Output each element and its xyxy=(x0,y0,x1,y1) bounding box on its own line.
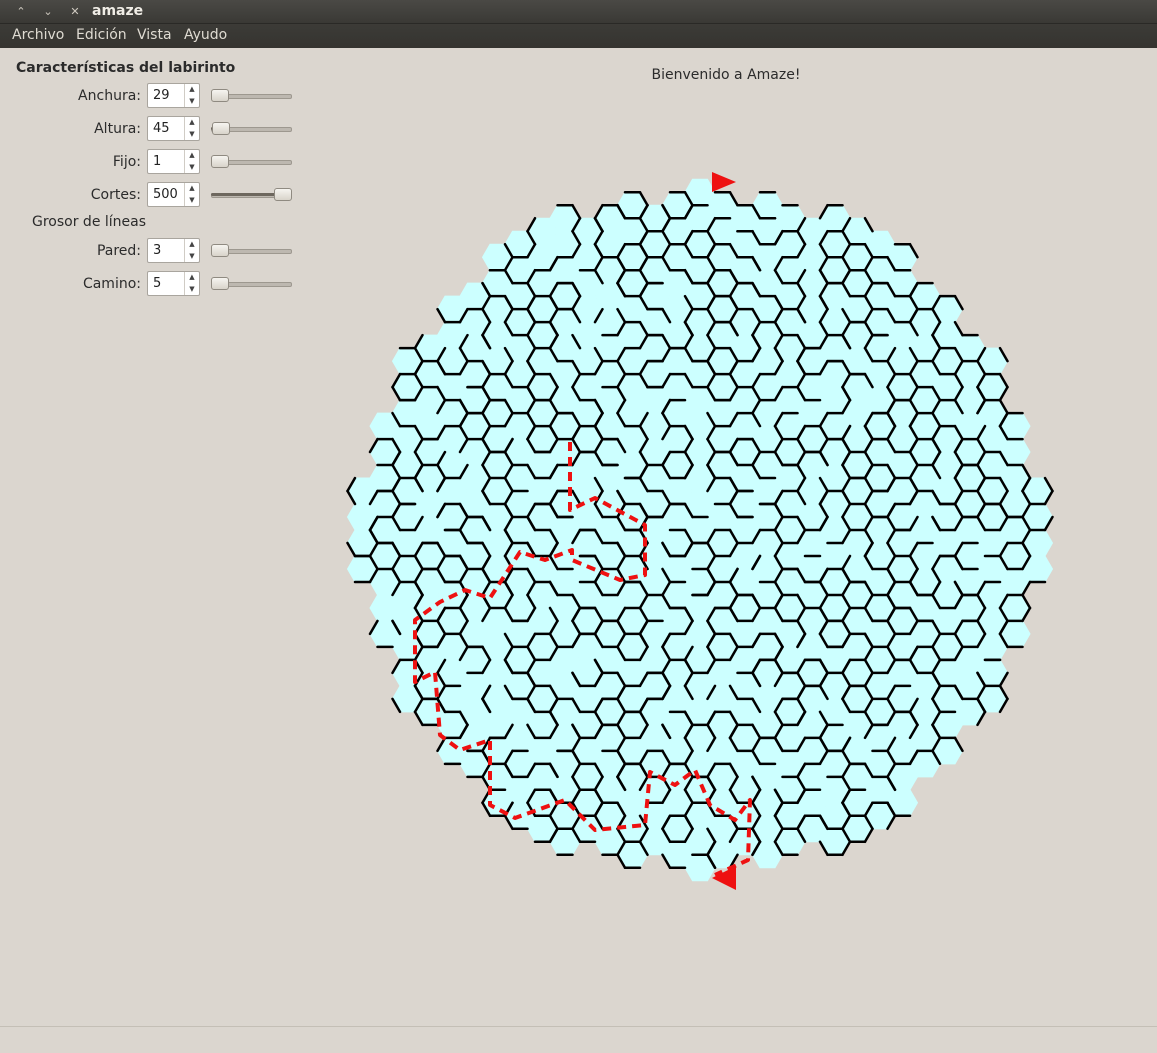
camino-slider[interactable] xyxy=(211,275,292,293)
menu-edicion[interactable]: Edición xyxy=(76,27,127,43)
pared-slider[interactable] xyxy=(211,242,292,260)
altura-input[interactable] xyxy=(148,117,184,140)
chevron-down-icon[interactable]: ▼ xyxy=(185,96,199,107)
camino-spinbutton[interactable]: ▲▼ xyxy=(147,271,200,296)
close-icon[interactable]: ✕ xyxy=(66,4,84,20)
chevron-down-icon[interactable]: ▼ xyxy=(185,162,199,173)
window-titlebar: ⌃ ⌄ ✕ amaze xyxy=(0,0,1157,24)
slider-handle[interactable] xyxy=(211,155,229,168)
pared-input[interactable] xyxy=(148,239,184,262)
chevron-down-icon[interactable]: ▼ xyxy=(185,251,199,262)
chevron-up-icon[interactable]: ⌃ xyxy=(12,4,30,20)
chevron-down-icon[interactable]: ⌄ xyxy=(39,4,57,20)
menu-archivo[interactable]: Archivo xyxy=(12,27,64,43)
fijo-spinbutton[interactable]: ▲▼ xyxy=(147,149,200,174)
play-arrow-icon xyxy=(712,172,736,192)
altura-slider[interactable] xyxy=(211,120,292,138)
pared-label: Pared: xyxy=(96,243,141,259)
chevron-up-icon[interactable]: ▲ xyxy=(185,117,199,128)
anchura-input[interactable] xyxy=(148,84,184,107)
chevron-up-icon[interactable]: ▲ xyxy=(185,183,199,194)
anchura-spinbutton[interactable]: ▲▼ xyxy=(147,83,200,108)
grosor-section-label: Grosor de líneas xyxy=(32,214,147,230)
play-arrow-icon xyxy=(712,866,736,890)
cortes-spinbutton[interactable]: ▲▼ xyxy=(147,182,200,207)
chevron-up-icon[interactable]: ▲ xyxy=(185,239,199,250)
statusbar xyxy=(0,1026,1157,1053)
chevron-down-icon[interactable]: ▼ xyxy=(185,284,199,295)
cortes-label: Cortes: xyxy=(90,187,141,203)
camino-input[interactable] xyxy=(148,272,184,295)
menu-vista[interactable]: Vista xyxy=(137,27,172,43)
slider-handle[interactable] xyxy=(211,89,229,102)
slider-handle[interactable] xyxy=(274,188,292,201)
menubar: Archivo Edición Vista Ayudo xyxy=(0,24,1157,48)
slider-handle[interactable] xyxy=(211,277,229,290)
altura-label: Altura: xyxy=(94,121,141,137)
cortes-slider[interactable] xyxy=(211,186,292,204)
slider-handle[interactable] xyxy=(211,244,229,257)
fijo-slider[interactable] xyxy=(211,153,292,171)
fijo-input[interactable] xyxy=(148,150,184,173)
anchura-label: Anchura: xyxy=(78,88,141,104)
pared-spinbutton[interactable]: ▲▼ xyxy=(147,238,200,263)
anchura-slider[interactable] xyxy=(211,87,292,105)
fijo-label: Fijo: xyxy=(112,154,141,170)
panel-title: Características del labirinto xyxy=(16,60,236,76)
chevron-up-icon[interactable]: ▲ xyxy=(185,84,199,95)
window-title: amaze xyxy=(92,3,144,19)
cortes-input[interactable] xyxy=(148,183,184,206)
maze-canvas[interactable] xyxy=(340,160,1060,900)
slider-handle[interactable] xyxy=(212,122,231,135)
chevron-up-icon[interactable]: ▲ xyxy=(185,272,199,283)
menu-ayudo[interactable]: Ayudo xyxy=(184,27,227,43)
chevron-down-icon[interactable]: ▼ xyxy=(185,195,199,206)
altura-spinbutton[interactable]: ▲▼ xyxy=(147,116,200,141)
chevron-up-icon[interactable]: ▲ xyxy=(185,150,199,161)
camino-label: Camino: xyxy=(82,276,141,292)
welcome-message: Bienvenido a Amaze! xyxy=(651,67,801,83)
chevron-down-icon[interactable]: ▼ xyxy=(185,129,199,140)
